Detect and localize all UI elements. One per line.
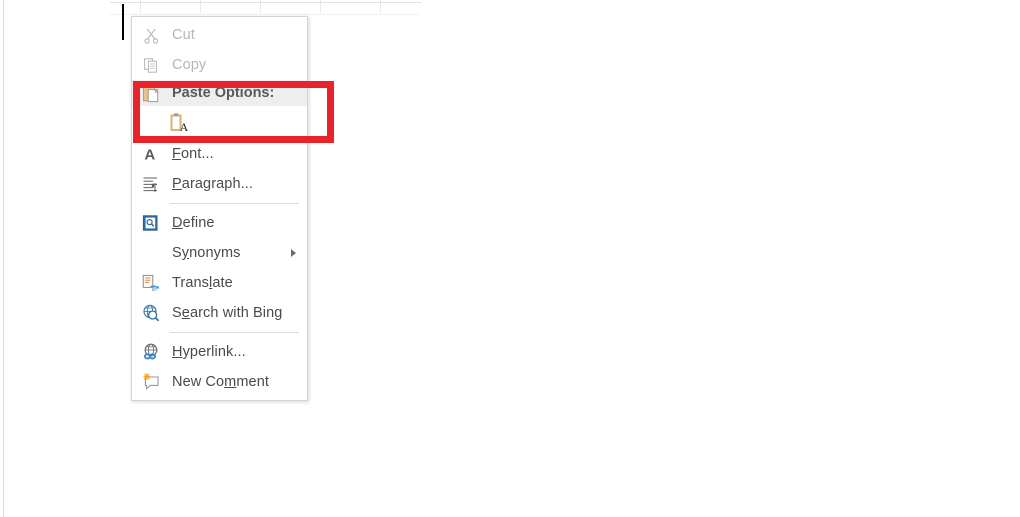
ruler-tick (200, 0, 201, 13)
context-menu[interactable]: Cut Copy Paste Options: A A Font... ¶ Pa… (131, 16, 308, 401)
menu-item-hyperlink[interactable]: Hyperlink... (132, 337, 307, 367)
svg-text:A: A (180, 120, 189, 134)
clipboard-icon (138, 82, 164, 104)
paragraph-pilcrow-icon: ¶ (138, 173, 164, 195)
paste-options-button-row[interactable]: A (132, 106, 307, 139)
page-left-border (3, 0, 4, 517)
paste-options-label: Paste Options: (172, 85, 275, 101)
menu-item-define[interactable]: Define (132, 208, 307, 238)
menu-item-paragraph[interactable]: ¶ Paragraph... (132, 169, 307, 199)
ruler-tick (320, 0, 321, 13)
search-globe-icon (138, 302, 164, 324)
menu-item-label: Synonyms (172, 245, 241, 261)
menu-item-cut[interactable]: Cut (132, 20, 307, 50)
menu-item-label: Define (172, 215, 215, 231)
page-top-border (110, 2, 422, 3)
chevron-right-icon (291, 249, 296, 257)
svg-text:¶: ¶ (151, 182, 156, 193)
menu-item-label: Search with Bing (172, 305, 283, 321)
page-top-border-secondary (110, 14, 420, 15)
clipboard-letter-a-icon[interactable]: A (166, 110, 192, 136)
menu-item-label: New Comment (172, 374, 269, 390)
define-book-icon (138, 212, 164, 234)
svg-text:A: A (144, 146, 155, 163)
menu-item-search-with-bing[interactable]: Search with Bing (132, 298, 307, 328)
font-letter-a-icon: A (138, 143, 164, 165)
ruler-tick (140, 0, 141, 13)
ruler-tick (260, 0, 261, 13)
menu-item-label: Translate (172, 275, 233, 291)
hyperlink-globe-icon (138, 341, 164, 363)
scissors-icon (138, 24, 164, 46)
menu-item-new-comment[interactable]: New Comment (132, 367, 307, 397)
menu-separator (170, 203, 299, 204)
text-cursor-caret (122, 4, 124, 40)
menu-separator (170, 332, 299, 333)
copy-documents-icon (138, 54, 164, 76)
no-icon-placeholder (138, 242, 164, 264)
menu-item-translate[interactable]: あ Translate (132, 268, 307, 298)
ruler-tick (380, 0, 381, 13)
svg-text:あ: あ (151, 286, 157, 292)
menu-item-label: Paragraph... (172, 176, 254, 192)
menu-item-label: Hyperlink... (172, 344, 246, 360)
translate-icon: あ (138, 272, 164, 294)
paste-options-header: Paste Options: (132, 80, 307, 106)
menu-item-label: Copy (172, 57, 207, 73)
document-page[interactable]: Cut Copy Paste Options: A A Font... ¶ Pa… (0, 0, 1020, 517)
menu-item-copy[interactable]: Copy (132, 50, 307, 80)
menu-item-font[interactable]: A Font... (132, 139, 307, 169)
menu-item-synonyms[interactable]: Synonyms (132, 238, 307, 268)
new-comment-icon (138, 371, 164, 393)
menu-item-label: Font... (172, 146, 214, 162)
menu-item-label: Cut (172, 27, 195, 43)
